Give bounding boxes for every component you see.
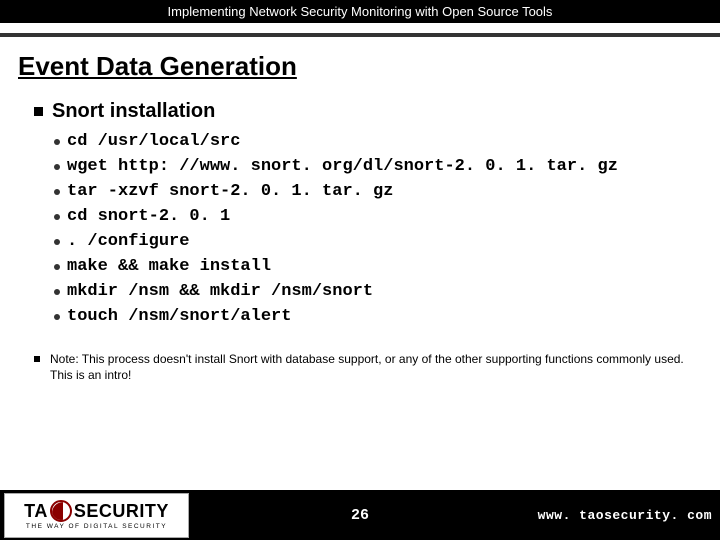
list-item: wget http: //www. snort. org/dl/snort-2.… — [54, 156, 692, 179]
list-item: cd /usr/local/src — [54, 131, 692, 154]
list-item: make && make install — [54, 256, 692, 279]
dot-bullet-icon — [54, 264, 60, 270]
logo-top: TA SECURITY — [24, 500, 169, 522]
command-text: touch /nsm/snort/alert — [67, 306, 291, 329]
logo-text-left: TA — [24, 501, 48, 522]
list-item: tar -xzvf snort-2. 0. 1. tar. gz — [54, 181, 692, 204]
header-bar: Implementing Network Security Monitoring… — [0, 0, 720, 23]
list-item: touch /nsm/snort/alert — [54, 306, 692, 329]
dot-bullet-icon — [54, 289, 60, 295]
dot-bullet-icon — [54, 164, 60, 170]
logo-text-right: SECURITY — [74, 501, 169, 522]
footer-bar: TA SECURITY THE WAY OF DIGITAL SECURITY … — [0, 490, 720, 540]
dot-bullet-icon — [54, 139, 60, 145]
note-text: Note: This process doesn't install Snort… — [50, 351, 692, 383]
square-bullet-icon — [34, 107, 43, 116]
subheading-text: Snort installation — [52, 100, 215, 123]
header-title: Implementing Network Security Monitoring… — [168, 4, 553, 19]
list-item: cd snort-2. 0. 1 — [54, 206, 692, 229]
dot-bullet-icon — [54, 314, 60, 320]
dot-bullet-icon — [54, 214, 60, 220]
command-text: . /configure — [67, 231, 189, 254]
dot-bullet-icon — [54, 239, 60, 245]
command-text: cd /usr/local/src — [67, 131, 240, 154]
command-text: make && make install — [67, 256, 271, 279]
command-text: tar -xzvf snort-2. 0. 1. tar. gz — [67, 181, 393, 204]
yinyang-icon — [50, 500, 72, 522]
list-item: . /configure — [54, 231, 692, 254]
command-text: cd snort-2. 0. 1 — [67, 206, 230, 229]
footer-url: www. taosecurity. com — [538, 508, 712, 523]
logo: TA SECURITY THE WAY OF DIGITAL SECURITY — [4, 493, 189, 538]
page-number: 26 — [351, 507, 369, 524]
dot-bullet-icon — [54, 189, 60, 195]
square-bullet-icon — [34, 356, 40, 362]
note-row: Note: This process doesn't install Snort… — [34, 351, 692, 383]
command-text: wget http: //www. snort. org/dl/snort-2.… — [67, 156, 618, 179]
subheading-row: Snort installation — [34, 100, 692, 123]
content-area: Snort installation cd /usr/local/src wge… — [0, 82, 720, 383]
list-item: mkdir /nsm && mkdir /nsm/snort — [54, 281, 692, 304]
header-underline — [0, 33, 720, 37]
command-list: cd /usr/local/src wget http: //www. snor… — [54, 131, 692, 329]
logo-subtitle: THE WAY OF DIGITAL SECURITY — [26, 523, 167, 530]
slide-title: Event Data Generation — [18, 51, 720, 82]
command-text: mkdir /nsm && mkdir /nsm/snort — [67, 281, 373, 304]
